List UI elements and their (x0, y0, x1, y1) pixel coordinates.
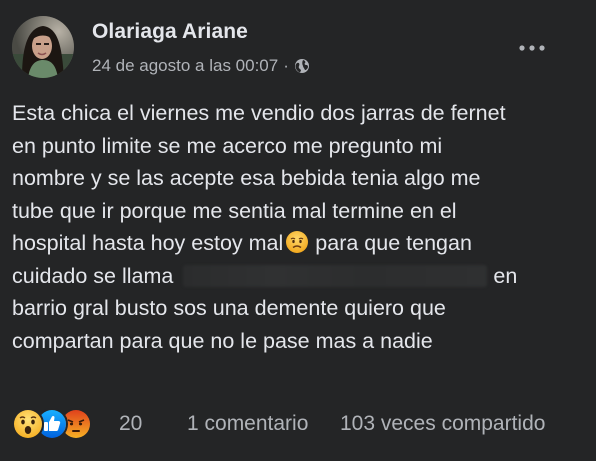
post-text-line: hospital hasta hoy estoy mal para que ten… (12, 227, 572, 260)
author-avatar[interactable] (12, 16, 74, 78)
post-text-line: Esta chica el viernes me vendio dos jarr… (12, 101, 506, 125)
author-name[interactable]: Olariaga Ariane (92, 20, 248, 44)
post-text-line: tube que ir porque me sentia mal termine… (12, 198, 457, 223)
post-text-segment: para que tengan (315, 231, 472, 255)
facebook-post: Olariaga Ariane 24 de agosto a las 00:07… (0, 0, 596, 461)
meta-separator: · (283, 56, 289, 75)
wow-reaction-icon (12, 408, 44, 440)
globe-icon[interactable] (294, 58, 310, 74)
post-timestamp[interactable]: 24 de agosto a las 00:07 (92, 56, 278, 76)
post-options-button[interactable] (512, 32, 552, 64)
post-meta: 24 de agosto a las 00:07 · (92, 56, 310, 76)
worried-face-emoji (285, 230, 309, 254)
post-text-line: en punto limite se me acerco me pregunto… (12, 133, 443, 158)
post-text-line: barrio gral busto sos una demente quiero… (12, 296, 446, 320)
post-text-segment: cuidado se llama (12, 263, 174, 288)
post-body: Esta chica el viernes me vendio dos jarr… (12, 97, 572, 357)
reaction-count[interactable]: 20 (119, 412, 142, 436)
post-text-line: nombre y se las acepte esa bebida tenia … (12, 166, 481, 190)
redacted-name-blur (183, 264, 488, 287)
ellipsis-icon (519, 45, 545, 51)
comments-count-link[interactable]: 1 comentario (187, 412, 308, 436)
post-text-segment: hospital hasta hoy estoy mal (12, 231, 284, 255)
post-text-line: cuidado se llama en (12, 260, 572, 293)
reaction-icons[interactable] (12, 406, 92, 442)
post-text-segment: en (493, 263, 518, 288)
post-footer: 20 1 comentario 103 veces compartido (0, 406, 596, 442)
post-text-line: compartan para que no le pase mas a nadi… (12, 328, 433, 353)
shares-count-link[interactable]: 103 veces compartido (340, 412, 545, 436)
